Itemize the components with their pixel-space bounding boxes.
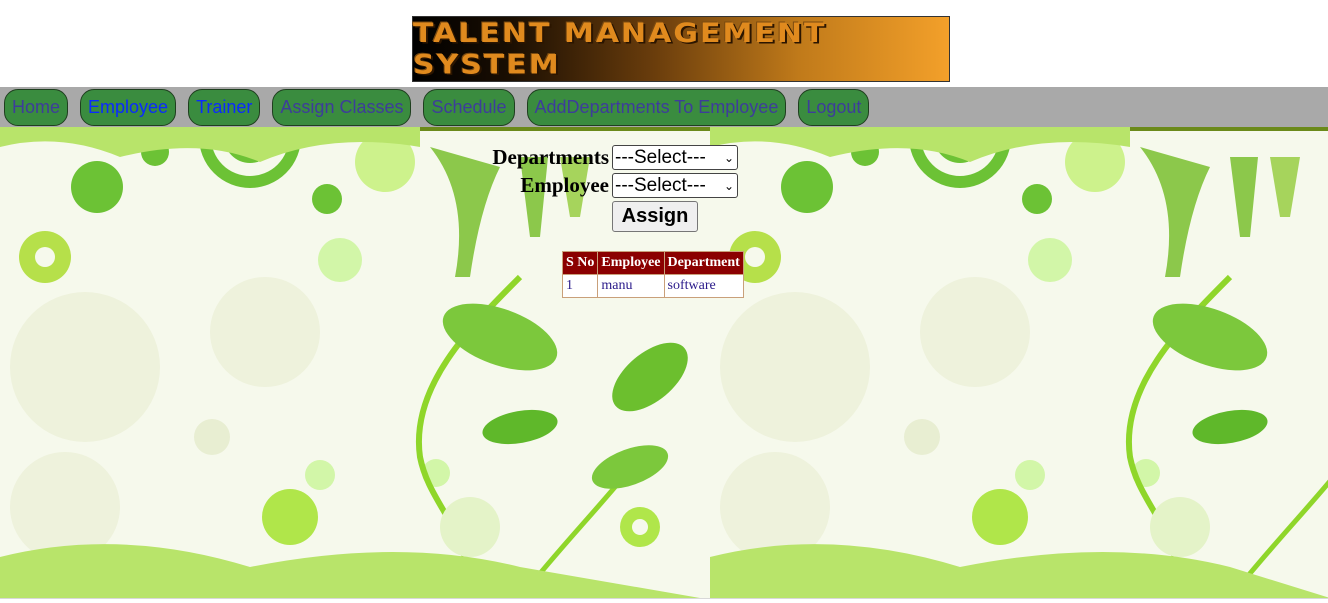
nav-assign-classes[interactable]: Assign Classes: [272, 88, 412, 126]
employee-label: Employee: [520, 173, 609, 197]
page-bottom-border: [0, 598, 1328, 603]
banner-title: TALENT MANAGEMENT SYSTEM: [413, 17, 827, 81]
nav-trainer[interactable]: Trainer: [188, 88, 261, 126]
cell-employee: manu: [598, 275, 664, 297]
cell-department: software: [664, 275, 743, 297]
assign-button[interactable]: Assign: [612, 201, 698, 232]
nav-schedule[interactable]: Schedule: [423, 88, 515, 126]
nav-bar: Home Employee Trainer Assign Classes Sch…: [0, 87, 1328, 127]
chevron-down-icon: ⌄: [723, 150, 734, 165]
departments-select-value: ---Select---: [615, 146, 706, 168]
employee-select[interactable]: ---Select--- ⌄: [612, 173, 738, 198]
departments-label: Departments: [492, 145, 609, 169]
table-header-row: S No Employee Department: [563, 252, 743, 274]
nav-logout[interactable]: Logout: [798, 88, 870, 126]
column-header-sno: S No: [563, 252, 598, 274]
assignments-table: S No Employee Department 1 manu software: [562, 251, 744, 298]
column-header-department: Department: [664, 252, 743, 274]
chevron-down-icon: ⌄: [723, 178, 734, 193]
nav-home[interactable]: Home: [4, 88, 69, 126]
nav-employee[interactable]: Employee: [80, 88, 177, 126]
banner-logo: TALENT MANAGEMENT SYSTEM: [412, 16, 950, 82]
cell-sno: 1: [563, 275, 598, 297]
table-row: 1 manu software: [563, 275, 743, 297]
header: TALENT MANAGEMENT SYSTEM: [0, 0, 1328, 87]
departments-select[interactable]: ---Select--- ⌄: [612, 145, 738, 170]
employee-select-value: ---Select---: [615, 174, 706, 196]
employee-row: Employee ---Select--- ⌄: [489, 173, 738, 198]
nav-add-departments[interactable]: AddDepartments To Employee: [526, 88, 787, 126]
column-header-employee: Employee: [598, 252, 664, 274]
departments-row: Departments ---Select--- ⌄: [489, 145, 738, 170]
